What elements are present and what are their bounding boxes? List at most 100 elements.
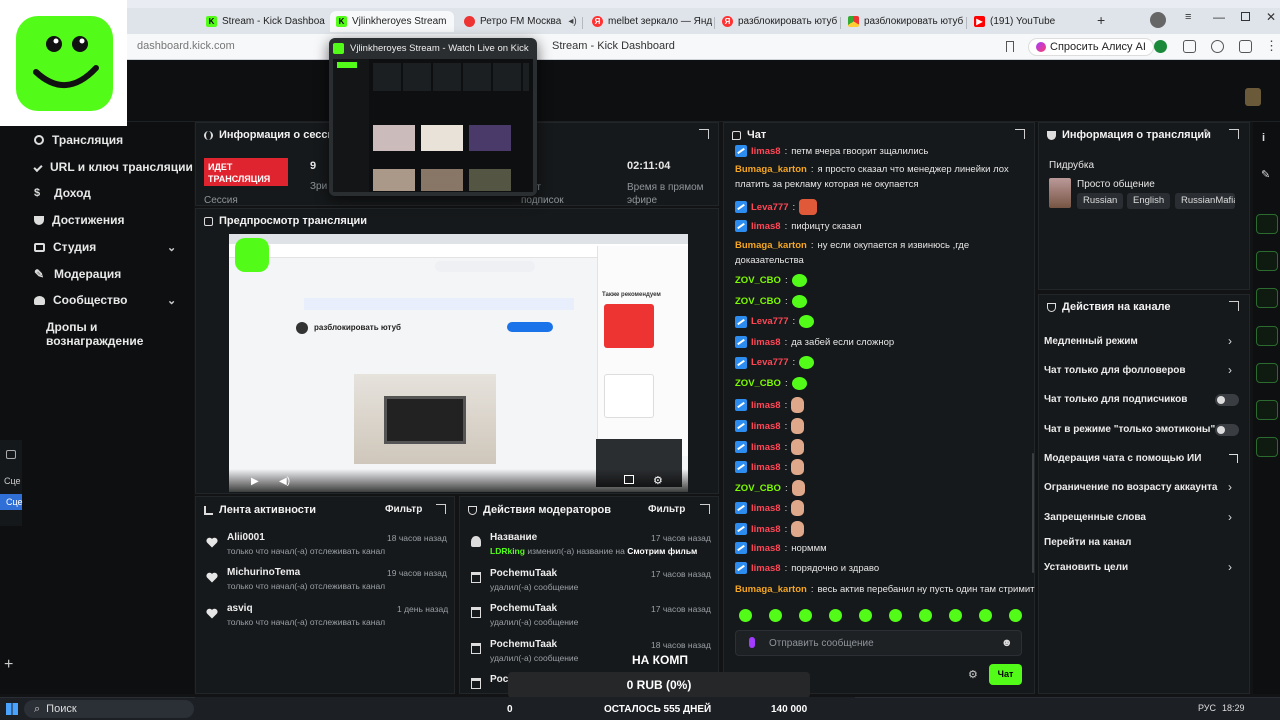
tab-menu-icon[interactable]: ≡ — [1185, 11, 1191, 23]
chat-username[interactable]: limas8 — [751, 337, 781, 348]
start-icon[interactable] — [6, 703, 18, 715]
toggle-switch[interactable] — [1215, 394, 1239, 406]
channel-action-7[interactable]: Перейти на канал — [1044, 537, 1131, 548]
tag-pill[interactable]: English — [1127, 193, 1171, 209]
sidebar-item-revenue[interactable]: $ Доход — [34, 186, 91, 200]
activity-user[interactable]: MichurinoTema — [227, 567, 300, 578]
rail-button-2[interactable] — [1256, 251, 1278, 271]
close-tab-icon[interactable]: ✕ — [453, 16, 454, 27]
mod-action-target[interactable]: PochemuTaak — [490, 568, 557, 579]
chat-username[interactable]: ZOV_CBO — [735, 483, 781, 494]
filter-button[interactable]: Фильтр — [385, 504, 422, 515]
tab-youtube[interactable]: ▶ (191) YouTube — [968, 11, 1088, 32]
emoji-picker-icon[interactable]: ☻ — [1001, 637, 1013, 649]
sidebar-item-achievements[interactable]: Достижения — [34, 213, 124, 227]
sidebar-item-broadcast[interactable]: Трансляция — [34, 133, 123, 147]
chat-username[interactable]: limas8 — [751, 563, 781, 574]
emote-button[interactable] — [859, 609, 872, 622]
edit-pencil-icon[interactable]: ✎ — [1203, 128, 1211, 139]
chevron-down-icon[interactable]: ⌄ — [167, 294, 176, 307]
microphone-icon[interactable] — [749, 637, 755, 648]
emote-button[interactable] — [739, 609, 752, 622]
chat-username[interactable]: Bumaga_karton — [735, 584, 807, 595]
emote-button[interactable] — [949, 609, 962, 622]
emote-button[interactable] — [919, 609, 932, 622]
channel-action-5[interactable]: Ограничение по возрасту аккаунта — [1044, 482, 1218, 493]
category-name[interactable]: Просто общение — [1077, 179, 1155, 190]
emote-button[interactable] — [889, 609, 902, 622]
clock[interactable]: 18:29 — [1222, 703, 1245, 713]
toggle-switch[interactable] — [1215, 424, 1239, 436]
chat-username[interactable]: Bumaga_karton — [735, 164, 807, 175]
downloads-icon[interactable] — [1239, 40, 1252, 53]
chat-username[interactable]: limas8 — [751, 442, 781, 453]
settings-gear-icon[interactable]: ⚙ — [653, 474, 663, 487]
video-player[interactable]: разблокировать ютуб Также рекомендуем ▶ … — [229, 234, 688, 492]
chat-settings-gear-icon[interactable]: ⚙ — [968, 668, 978, 681]
emote-button[interactable] — [979, 609, 992, 622]
taskbar-search[interactable]: ⌕ Поиск — [24, 700, 194, 718]
expand-icon[interactable] — [700, 504, 710, 514]
sidebar-item-drops[interactable]: Дропы и вознаграждение — [46, 320, 194, 348]
emote-button[interactable] — [769, 609, 782, 622]
scene-icon[interactable] — [6, 450, 16, 459]
expand-icon[interactable] — [1015, 129, 1025, 139]
chevron-down-icon[interactable]: ⌄ — [167, 241, 176, 254]
chevron-right-icon[interactable]: › — [1228, 480, 1232, 494]
tab-kick-dashboard[interactable]: K Stream - Kick Dashboa ✕ — [200, 11, 330, 32]
mod-action-target[interactable]: PochemuTaak — [490, 603, 557, 614]
add-scene-button[interactable]: + — [4, 656, 13, 674]
chat-username[interactable]: ZOV_CBO — [735, 378, 781, 389]
activity-user[interactable]: asviq — [227, 603, 253, 614]
profile-avatar[interactable] — [1150, 12, 1166, 28]
mod-action-target[interactable]: Название — [490, 532, 537, 543]
minimize-button[interactable]: — — [1213, 10, 1225, 24]
chevron-right-icon[interactable]: › — [1228, 363, 1232, 377]
chat-username[interactable]: ZOV_CBO — [735, 296, 781, 307]
rail-button-7[interactable] — [1256, 437, 1278, 457]
chat-username[interactable]: Leva777 — [751, 316, 789, 327]
tab-unblock-youtube-store[interactable]: разблокировать ютуб — [842, 11, 966, 32]
user-avatar[interactable] — [1245, 88, 1261, 106]
channel-action-3[interactable]: Чат в режиме "только эмотиконы" — [1044, 424, 1215, 435]
filter-button[interactable]: Фильтр — [648, 504, 685, 515]
tab-retro-fm[interactable]: Ретро FM Москва ◂) — [458, 11, 580, 32]
browser-menu-icon[interactable]: ⋮ — [1265, 38, 1278, 54]
sidebar-item-community[interactable]: Сообщество ⌄ — [34, 293, 184, 307]
expand-icon[interactable] — [1229, 301, 1239, 311]
chat-username[interactable]: Leva777 — [751, 357, 789, 368]
bookmark-icon[interactable] — [1006, 41, 1014, 52]
chat-username[interactable]: limas8 — [751, 421, 781, 432]
rail-button-5[interactable] — [1256, 363, 1278, 383]
emote-button[interactable] — [829, 609, 842, 622]
rail-button-4[interactable] — [1256, 326, 1278, 346]
chat-send-button[interactable]: Чат — [989, 664, 1022, 685]
tag-pill[interactable]: Russian — [1077, 193, 1124, 209]
channel-action-6[interactable]: Запрещенные слова — [1044, 512, 1146, 523]
close-window-button[interactable]: ✕ — [1266, 10, 1276, 24]
volume-icon[interactable]: ◀) — [279, 476, 290, 487]
media-icon[interactable] — [1211, 40, 1224, 53]
alice-ai-button[interactable]: Спросить Алису AI — [1028, 38, 1154, 56]
tab-vjlinkheroyes[interactable]: K Vjlinkheroyes Stream ✕ — [330, 11, 454, 32]
mod-action-target[interactable]: PochemuTaak — [490, 639, 557, 650]
sidebar-item-moderation[interactable]: ✎ Модерация — [34, 267, 121, 281]
language-indicator[interactable]: РУС — [1198, 703, 1216, 713]
new-tab-button[interactable]: + — [1097, 12, 1105, 28]
chat-username[interactable]: limas8 — [751, 146, 781, 157]
maximize-button[interactable] — [1241, 12, 1250, 21]
chat-username[interactable]: limas8 — [751, 524, 781, 535]
activity-user[interactable]: Alii0001 — [227, 532, 265, 543]
url-field[interactable]: dashboard.kick.com — [137, 40, 235, 52]
rail-button-1[interactable] — [1256, 214, 1278, 234]
chevron-right-icon[interactable]: › — [1228, 334, 1232, 348]
expand-icon[interactable] — [436, 504, 446, 514]
expand-icon[interactable] — [699, 129, 709, 139]
chat-username[interactable]: limas8 — [751, 221, 781, 232]
tab-melbet[interactable]: Я melbet зеркало — Яндек — [586, 11, 712, 32]
chat-username[interactable]: limas8 — [751, 503, 781, 514]
category-thumbnail[interactable] — [1049, 178, 1071, 208]
info-icon[interactable]: i — [1262, 132, 1265, 144]
chat-username[interactable]: limas8 — [751, 543, 781, 554]
rail-button-6[interactable] — [1256, 400, 1278, 420]
